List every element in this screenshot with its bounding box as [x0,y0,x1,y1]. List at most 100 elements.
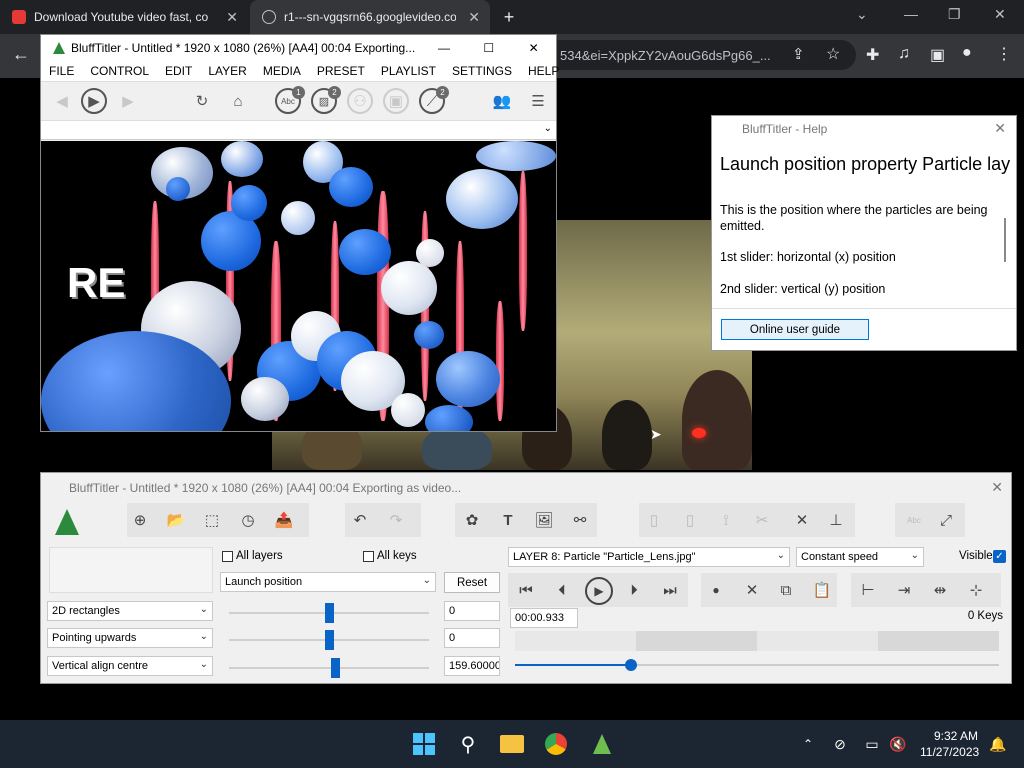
fit-keys-icon[interactable]: ⇹ [927,577,953,603]
undo-icon[interactable]: ↶ [347,507,373,533]
sidepanel-icon[interactable]: ▣ [930,45,945,65]
image-icon[interactable]: ▨ 2 [311,86,341,114]
text-icon[interactable]: T [495,507,521,533]
delete-key-icon[interactable]: ✕ [789,507,815,533]
back-arrow-icon[interactable]: ← [12,44,30,65]
key-icon[interactable]: ▯ [641,507,667,533]
file-explorer-icon[interactable] [498,730,526,758]
home-icon[interactable]: ⌂ [225,88,251,114]
extensions-icon[interactable]: ✚ [866,45,879,65]
record-icon[interactable]: ● [703,577,729,603]
redo-icon[interactable]: ↷ [383,507,409,533]
align-key-icon[interactable]: ⊥ [823,507,849,533]
close-tab-icon[interactable]: ✕ [468,9,480,26]
network-off-icon[interactable]: ⊘ [826,730,854,758]
new-tab-button[interactable]: + [496,0,522,34]
object-icon[interactable]: ▣ [383,88,409,114]
hamburger-menu-icon[interactable]: ☰ [525,88,551,114]
previous-icon[interactable]: ◀ [49,88,75,114]
media-icon[interactable]: ♫ [898,45,910,63]
z-position-input[interactable]: 159.60000 [444,656,500,676]
crop-icon[interactable]: ⬚ [199,507,225,533]
menu-control[interactable]: CONTROL [82,64,157,78]
x-position-slider-thumb[interactable] [325,603,334,623]
clock-icon[interactable]: ◷ [235,507,261,533]
direction-dropdown[interactable]: Pointing upwards ⌄ [47,628,213,648]
delete-icon[interactable]: ✕ [739,577,765,603]
share-icon[interactable]: ⇪ [792,45,805,63]
menu-preset[interactable]: PRESET [309,64,373,78]
maximize-icon[interactable]: ☐ [466,41,511,55]
layer-dropdown[interactable]: LAYER 8: Particle "Particle_Lens.jpg" ⌄ [508,547,790,567]
online-user-guide-button[interactable]: Online user guide [721,319,869,340]
open-folder-icon[interactable]: 📂 [163,507,189,533]
skip-start-icon[interactable]: ⏮ [513,577,539,603]
tab-search-icon[interactable]: ⌄ [856,6,868,23]
play-icon[interactable]: ▶ [585,577,613,605]
visible-checkbox[interactable]: ✓ [993,550,1006,563]
time-input[interactable]: 00:00.933 [510,608,578,628]
skip-end-icon[interactable]: ⏭ [657,577,683,603]
keyframe-lane[interactable] [515,631,999,651]
key-edit-icon[interactable]: ▯ [677,507,703,533]
z-position-slider-thumb[interactable] [331,658,340,678]
step-forward-icon[interactable]: ⏵ [621,577,647,603]
property-dropdown[interactable]: Launch position ⌄ [220,572,436,592]
users-icon[interactable]: 👥 [489,88,515,114]
star-icon[interactable]: ☆ [826,44,840,64]
address-bar[interactable]: 534&ei=XppkZY2vAouG6dsPg66_... ⇪ ☆ [556,40,856,70]
y-position-input[interactable]: 0 [444,628,500,648]
close-window-icon[interactable]: ✕ [994,6,1006,23]
x-position-input[interactable]: 0 [444,601,500,621]
add-layer-icon[interactable]: ⊕ [127,507,153,533]
all-layers-checkbox[interactable] [222,551,233,562]
minimize-icon[interactable]: — [422,41,467,55]
menu-help[interactable]: HELP [520,64,567,78]
paste-icon[interactable]: 📋 [809,577,835,603]
display-icon[interactable]: ▭ [858,730,886,758]
help-scrollbar[interactable] [1004,218,1006,262]
center-keys-icon[interactable]: ⊹ [963,577,989,603]
blufftitler-taskbar-icon[interactable] [588,730,616,758]
wand-icon[interactable]: ⟋ 2 [419,86,449,114]
text-abc-icon[interactable]: Abc 1 [275,86,305,114]
profile-icon[interactable]: ● [962,44,972,62]
network-icon[interactable]: ⚇ [347,88,373,114]
search-icon[interactable]: ⚲ [454,730,482,758]
menu-icon[interactable]: ⋮ [996,44,1012,64]
browser-tab-googlevideo[interactable]: r1---sn-vgqsrn66.googlevideo.co ✕ [250,0,490,34]
menu-edit[interactable]: EDIT [157,64,200,78]
step-back-icon[interactable]: ⏴ [549,577,575,603]
play-icon[interactable]: ▶ [81,88,107,114]
menu-media[interactable]: MEDIA [255,64,309,78]
close-icon[interactable]: ✕ [511,41,556,55]
close-icon[interactable]: ✕ [991,479,1003,496]
refresh-icon[interactable]: ↻ [189,88,215,114]
clock-time[interactable]: 9:32 AM [934,729,978,743]
next-key-icon[interactable]: ⇥ [891,577,917,603]
reset-button[interactable]: Reset [444,572,500,593]
export-folder-icon[interactable]: 📤 [271,507,297,533]
close-icon[interactable]: ✕ [994,120,1006,137]
fullscreen-icon[interactable]: ⤢ [933,507,959,533]
shape-icon[interactable]: ✿ [459,507,485,533]
menu-layer[interactable]: LAYER [200,64,254,78]
volume-muted-icon[interactable]: 🔇 [884,730,912,758]
key-link-icon[interactable]: ⟟ [713,507,739,533]
z-position-slider-track[interactable] [229,667,429,669]
notification-bell-icon[interactable]: 🔔 [984,730,1012,758]
all-keys-checkbox[interactable] [363,551,374,562]
timeline-scrubber[interactable] [625,659,638,671]
show-hidden-icons-icon[interactable]: ⌃ [794,730,822,758]
particles-icon[interactable]: ⚯ [567,507,593,533]
abc-disabled-icon[interactable]: Abc [901,507,927,533]
menu-playlist[interactable]: PLAYLIST [373,64,444,78]
copy-icon[interactable]: ⧉ [773,577,799,603]
close-tab-icon[interactable]: ✕ [226,9,238,26]
y-position-slider-thumb[interactable] [325,630,334,650]
browser-tab-youtube-download[interactable]: Download Youtube video fast, co ✕ [0,0,248,34]
key-cut-icon[interactable]: ✂ [749,507,775,533]
shape-style-dropdown[interactable]: 2D rectangles ⌄ [47,601,213,621]
align-dropdown[interactable]: Vertical align centre ⌄ [47,656,213,676]
prev-key-icon[interactable]: ⊢ [855,577,881,603]
